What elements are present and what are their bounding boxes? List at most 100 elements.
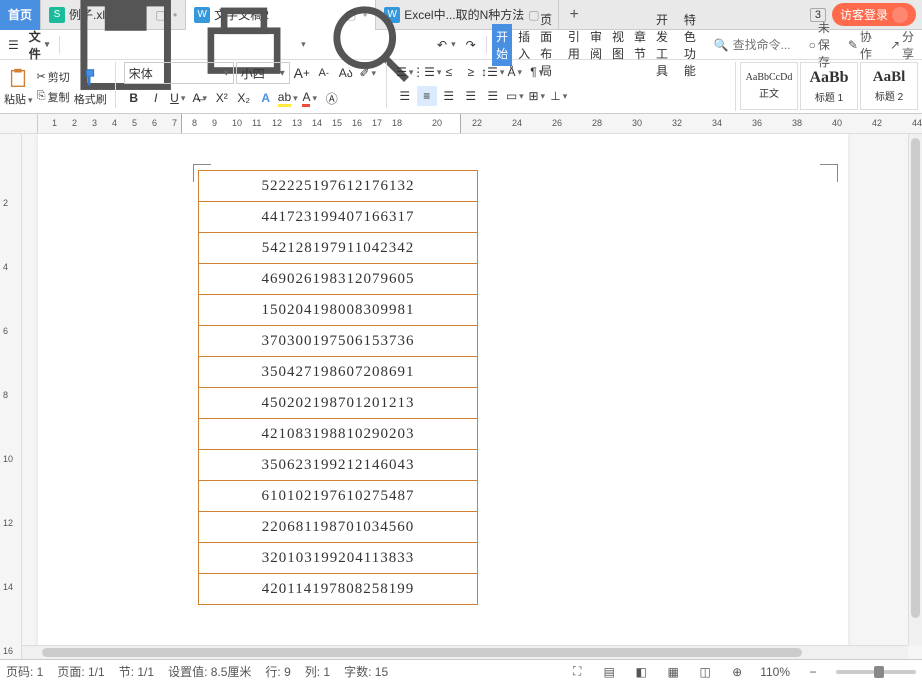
fullscreen-icon[interactable]: ⛶	[568, 663, 586, 681]
paste-button[interactable]: 粘贴	[4, 67, 33, 107]
zoom-level[interactable]: 110%	[760, 665, 790, 679]
paragraph-marks-icon[interactable]: ¶	[527, 62, 547, 82]
horizontal-scrollbar[interactable]	[22, 645, 908, 659]
app-menu-icon[interactable]: ☰	[4, 35, 23, 55]
borders-icon[interactable]: ⊞	[527, 86, 547, 106]
status-page[interactable]: 页面: 1/1	[57, 663, 104, 680]
window-icon: ▢	[345, 8, 359, 22]
undo-icon[interactable]: ↶	[433, 35, 460, 55]
highlight-color-button[interactable]: ab	[278, 88, 298, 108]
number-list-icon[interactable]: ⋮☰	[417, 62, 437, 82]
table-row[interactable]: 370300197506153736	[198, 326, 478, 357]
tab-special[interactable]: 特色功能	[680, 7, 706, 83]
align-right-icon[interactable]: ☰	[439, 86, 459, 106]
status-indent[interactable]: 设置值: 8.5厘米	[168, 663, 251, 680]
style-heading2[interactable]: AaBl 标题 2	[860, 62, 918, 110]
horizontal-ruler[interactable]: 1234567891011121314151617182022242628303…	[0, 114, 922, 134]
view-print-icon[interactable]: ▤	[600, 663, 618, 681]
strike-button[interactable]: A̶	[190, 88, 210, 108]
table-row[interactable]: 542128197911042342	[198, 233, 478, 264]
document-canvas[interactable]: 5222251976121761324417231994071663175421…	[22, 134, 922, 659]
table-row[interactable]: 320103199204113833	[198, 543, 478, 574]
eye-protect-icon[interactable]: ⊕	[728, 663, 746, 681]
table-row[interactable]: 441723199407166317	[198, 202, 478, 233]
table-row[interactable]: 450202198701201213	[198, 388, 478, 419]
search-input[interactable]	[733, 38, 803, 52]
tab-view[interactable]: 视图	[608, 24, 628, 66]
bold-button[interactable]: B	[124, 88, 144, 108]
tab-insert[interactable]: 插入	[514, 24, 534, 66]
tabs-icon[interactable]: ⊥	[549, 86, 569, 106]
copy-icon: ⎘	[37, 90, 46, 103]
decrease-indent-icon[interactable]: ≤	[439, 62, 459, 82]
collaborate-button[interactable]: ✎ 协作	[844, 25, 876, 65]
font-family-select[interactable]: 宋体	[124, 62, 234, 84]
font-color-button[interactable]: A	[300, 88, 320, 108]
redo-icon[interactable]: ↷	[462, 35, 480, 55]
change-case-icon[interactable]: Aა	[336, 63, 356, 83]
phonetic-guide-icon[interactable]: Ⓐ	[322, 88, 342, 108]
superscript-button[interactable]: X²	[212, 88, 232, 108]
status-row[interactable]: 行: 9	[265, 663, 290, 680]
tab-review[interactable]: 审阅	[586, 24, 606, 66]
style-heading1[interactable]: AaBb 标题 1	[800, 62, 858, 110]
status-pagecode[interactable]: 页码: 1	[6, 663, 43, 680]
italic-button[interactable]: I	[146, 88, 166, 108]
cut-button[interactable]: ✂剪切	[35, 68, 72, 86]
table-row[interactable]: 150204198008309981	[198, 295, 478, 326]
status-col[interactable]: 列: 1	[305, 663, 330, 680]
command-search[interactable]: 🔍	[714, 38, 803, 52]
vertical-ruler[interactable]: 246810121416	[0, 134, 22, 659]
align-left-icon[interactable]: ☰	[395, 86, 415, 106]
table-row[interactable]: 420114197808258199	[198, 574, 478, 605]
vertical-scrollbar[interactable]	[908, 134, 922, 645]
align-center-icon[interactable]: ≡	[417, 86, 437, 106]
line-spacing-icon[interactable]: ↕☰	[483, 62, 503, 82]
format-painter-button[interactable]: 格式刷	[74, 67, 107, 107]
page: 5222251976121761324417231994071663175421…	[38, 134, 848, 659]
increase-font-icon[interactable]: A+	[292, 63, 312, 83]
font-size-select[interactable]: 小四	[236, 62, 290, 84]
tab-chapter[interactable]: 章节	[630, 24, 650, 66]
sort-icon[interactable]: Å	[505, 62, 525, 82]
tab-devtools[interactable]: 开发工具	[652, 7, 678, 83]
decrease-font-icon[interactable]: A-	[314, 63, 334, 83]
subscript-button[interactable]: X₂	[234, 88, 254, 108]
view-read-icon[interactable]: ◫	[696, 663, 714, 681]
status-bar: 页码: 1 页面: 1/1 节: 1/1 设置值: 8.5厘米 行: 9 列: …	[0, 659, 922, 683]
table-row[interactable]: 220681198701034560	[198, 512, 478, 543]
increase-indent-icon[interactable]: ≥	[461, 62, 481, 82]
text-effects-icon[interactable]: A	[256, 88, 276, 108]
table-row[interactable]: 522225197612176132	[198, 171, 478, 202]
editor-area: 246810121416 522225197612176132441723199…	[0, 134, 922, 659]
dot-icon: •	[363, 8, 367, 22]
table-row[interactable]: 610102197610275487	[198, 481, 478, 512]
id-table[interactable]: 5222251976121761324417231994071663175421…	[198, 170, 478, 605]
status-section[interactable]: 节: 1/1	[119, 663, 154, 680]
share-button[interactable]: ↗ 分享	[886, 25, 918, 65]
align-distributed-icon[interactable]: ☰	[483, 86, 503, 106]
tab-start[interactable]: 开始	[492, 24, 512, 66]
table-row[interactable]: 350623199212146043	[198, 450, 478, 481]
dot-icon: •	[173, 8, 177, 22]
zoom-out-button[interactable]: −	[804, 663, 822, 681]
zoom-slider[interactable]	[836, 670, 916, 674]
table-row[interactable]: 469026198312079605	[198, 264, 478, 295]
file-menu[interactable]: 文件	[25, 25, 54, 65]
style-normal[interactable]: AaBbCcDd 正文	[740, 62, 798, 110]
view-outline-icon[interactable]: ◧	[632, 663, 650, 681]
view-web-icon[interactable]: ▦	[664, 663, 682, 681]
spreadsheet-icon: S	[49, 7, 65, 23]
menu-bar: ☰ 文件 ↶ ↷ 开始 插入 页面布局 引用 审阅 视图 章节 开发工具 特色功…	[0, 30, 922, 60]
window-icon: ▢	[155, 8, 169, 22]
shading-icon[interactable]: ▭	[505, 86, 525, 106]
tab-references[interactable]: 引用	[564, 24, 584, 66]
underline-button[interactable]: U	[168, 88, 188, 108]
table-row[interactable]: 350427198607208691	[198, 357, 478, 388]
clear-format-icon[interactable]: ✐	[358, 63, 378, 83]
table-row[interactable]: 421083198810290203	[198, 419, 478, 450]
copy-button[interactable]: ⎘复制	[35, 88, 72, 106]
align-justify-icon[interactable]: ☰	[461, 86, 481, 106]
status-chars[interactable]: 字数: 15	[344, 663, 388, 680]
new-tab-button[interactable]: +	[559, 6, 588, 24]
